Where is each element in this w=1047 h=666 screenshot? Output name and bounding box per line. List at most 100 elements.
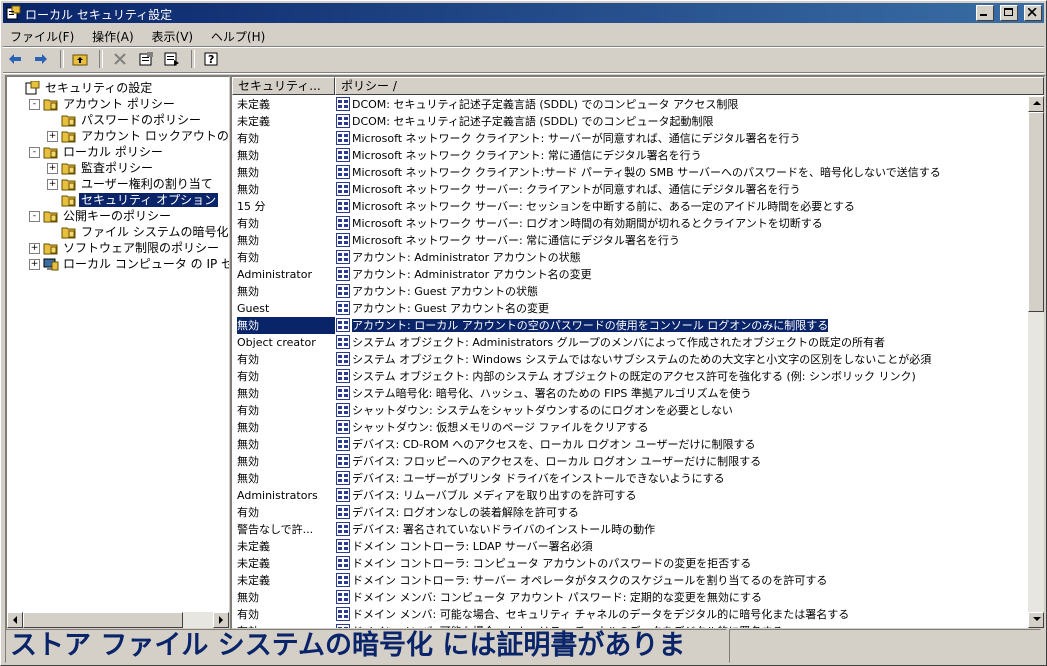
policy-icon [336, 114, 350, 128]
policy-row[interactable]: 未定義 ドメイン コントローラ: コンピュータ アカウントのパスワードの変更を拒否… [232, 555, 1027, 572]
policy-icon [336, 403, 350, 417]
properties-icon[interactable] [136, 49, 156, 69]
export-list-icon[interactable] [162, 49, 182, 69]
tree-node-label: ファイル システムの暗号化 [81, 225, 229, 239]
policy-row[interactable]: 無効 デバイス: CD-ROM へのアクセスを、ローカル ログオン ユーザーだけに… [232, 436, 1027, 453]
status-bar: ストア ファイル システムの暗号化 には証明書がありま [5, 629, 1042, 663]
expand-icon[interactable]: + [47, 179, 58, 190]
tree-node[interactable]: + アカウント ロックアウトのポ [47, 128, 229, 144]
folder-icon [61, 193, 77, 207]
tree-node[interactable]: パスワードのポリシー [61, 112, 203, 128]
policy-row[interactable]: 有効 システム オブジェクト: Windows システムではないサブシステムのため… [232, 351, 1027, 368]
up-folder-icon[interactable] [70, 49, 90, 69]
tree-node[interactable]: + 監査ポリシー [47, 160, 155, 176]
scroll-right-button[interactable] [213, 612, 229, 628]
status-text: ストア ファイル システムの暗号化 には証明書がありま [5, 629, 727, 663]
tree-node[interactable]: + ユーザー権利の割り当て [47, 176, 215, 192]
policy-setting: 有効 [237, 608, 259, 621]
policy-name: システム オブジェクト: 内部のシステム オブジェクトの既定のアクセス許可を強化… [336, 368, 916, 385]
policy-row[interactable]: 有効 Microsoft ネットワーク クライアント: サーバーが同意すれば、通信… [232, 130, 1027, 147]
policy-row[interactable]: 15 分 Microsoft ネットワーク サーバー: セッションを中断する前に、… [232, 198, 1027, 215]
policy-setting: 未定義 [237, 540, 270, 553]
forward-icon[interactable] [31, 49, 51, 69]
policy-row[interactable]: 未定義 ドメイン コントローラ: LDAP サーバー署名必須 [232, 538, 1027, 555]
policy-row[interactable]: 有効 デバイス: ログオンなしの装着解除を許可する [232, 504, 1027, 521]
tree-horizontal-scrollbar[interactable] [7, 612, 229, 628]
policy-icon [336, 437, 350, 451]
column-header-policy[interactable]: ポリシー / [335, 77, 1044, 95]
policy-row[interactable]: 未定義 ドメイン コントローラ: サーバー オペレータがタスクのスケジュールを割り… [232, 572, 1027, 589]
collapse-icon[interactable]: - [29, 99, 40, 110]
policy-list-pane[interactable]: セキュリティ... ポリシー / 未定義 DCOM: セキュリティ記述子定義言語 … [230, 75, 1046, 630]
policy-row[interactable]: 無効 ドメイン メンバ: コンピュータ アカウント パスワード: 定期的な変更を無… [232, 589, 1027, 606]
menu-view[interactable]: 表示(V) [145, 25, 201, 48]
close-button[interactable] [1024, 5, 1042, 21]
expand-icon[interactable]: + [47, 163, 58, 174]
policy-row[interactable]: 未定義 DCOM: セキュリティ記述子定義言語 (SDDL) でのコンピュータ ア… [232, 96, 1027, 113]
expand-icon[interactable]: + [47, 131, 58, 142]
column-header-setting[interactable]: セキュリティ... [232, 77, 335, 95]
help-icon[interactable]: ? [201, 49, 221, 69]
policy-row[interactable]: 有効 アカウント: Administrator アカウントの状態 [232, 249, 1027, 266]
tree-node[interactable]: - ローカル ポリシー [29, 144, 165, 160]
policy-text: デバイス: フロッピーへのアクセスを、ローカル ログオン ユーザーだけに制限する [352, 455, 762, 468]
policy-icon [336, 165, 350, 179]
menu-help[interactable]: ヘルプ(H) [204, 25, 272, 48]
policy-row[interactable]: 未定義 DCOM: セキュリティ記述子定義言語 (SDDL) でのコンピュータ起動… [232, 113, 1027, 130]
policy-row[interactable]: 無効 アカウント: ローカル アカウントの空のパスワードの使用をコンソール ログオ… [232, 317, 1027, 334]
policy-row[interactable]: 無効 Microsoft ネットワーク クライアント: 常に通信にデジタル署名を行… [232, 147, 1027, 164]
tree-node[interactable]: - 公開キーのポリシー [29, 208, 173, 224]
policy-name: シャットダウン: システムをシャットダウンするのにログオンを必要としない [336, 402, 733, 419]
policy-text: Microsoft ネットワーク サーバー: クライアントが同意すれば、通信にデ… [352, 183, 801, 196]
policy-row[interactable]: 無効 Microsoft ネットワーク クライアント:サード パーティ製の SMB… [232, 164, 1027, 181]
policy-row[interactable]: 無効 シャットダウン: 仮想メモリのページ ファイルをクリアする [232, 419, 1027, 436]
expand-icon[interactable]: + [29, 243, 40, 254]
maximize-button[interactable] [1000, 5, 1019, 21]
tree-pane[interactable]: セキュリティの設定 - アカウント ポリシー パスワードのポリシー + アカウント ロック… [5, 75, 231, 630]
scroll-left-button[interactable] [7, 612, 23, 628]
policy-row[interactable]: 無効 Microsoft ネットワーク サーバー: クライアントが同意すれば、通信… [232, 181, 1027, 198]
scroll-up-button[interactable] [1028, 96, 1044, 112]
list-header: セキュリティ... ポリシー / [232, 77, 1044, 95]
policy-row[interactable]: 無効 Microsoft ネットワーク サーバー: 常に通信にデジタル署名を行う [232, 232, 1027, 249]
policy-row[interactable]: 有効 ドメイン メンバ: 可能な場合、セキュリティ チャネルのデータをデジタル的に… [232, 606, 1027, 623]
delete-icon[interactable] [110, 49, 130, 69]
list-vertical-scrollbar[interactable] [1028, 96, 1044, 628]
policy-icon [336, 590, 350, 604]
collapse-icon[interactable]: - [29, 147, 40, 158]
menu-action[interactable]: 操作(A) [85, 25, 141, 48]
tree-node-label: ローカル ポリシー [63, 145, 163, 159]
scroll-down-button[interactable] [1028, 612, 1044, 628]
policy-row[interactable]: 無効 デバイス: ユーザーがプリンタ ドライバをインストールできないようにする [232, 470, 1027, 487]
tree-node[interactable]: セキュリティの設定 [25, 80, 154, 96]
policy-row[interactable]: 有効 Microsoft ネットワーク サーバー: ログオン時間の有効期間が切れる… [232, 215, 1027, 232]
folder-icon [43, 209, 59, 223]
policy-row[interactable]: Administrators デバイス: リムーバブル メディアを取り出すのを許可… [232, 487, 1027, 504]
back-icon[interactable] [5, 49, 25, 69]
minimize-button[interactable] [976, 5, 995, 21]
policy-setting: 有効 [237, 404, 259, 417]
tree-node[interactable]: セキュリティ オプション [61, 192, 219, 208]
policy-row[interactable]: 無効 システム暗号化: 暗号化、ハッシュ、署名のための FIPS 準拠アルゴリズム… [232, 385, 1027, 402]
title-bar[interactable]: ローカル セキュリティ設定 [3, 3, 1044, 23]
tree-node[interactable]: ファイル システムの暗号化 [61, 224, 229, 240]
menu-file[interactable]: ファイル(F) [3, 25, 81, 48]
policy-row[interactable]: Administrator アカウント: Administrator アカウント名… [232, 266, 1027, 283]
policy-row[interactable]: Object creator システム オブジェクト: Administrator… [232, 334, 1027, 351]
tree-scroll-thumb[interactable] [23, 612, 183, 628]
policy-icon [336, 420, 350, 434]
tree-node[interactable]: + ローカル コンピュータ の IP セ [29, 256, 229, 272]
policy-row[interactable]: 警告なしで許... デバイス: 署名されていないドライバのインストール時の動作 [232, 521, 1027, 538]
collapse-icon[interactable]: - [29, 211, 40, 222]
policy-name: Microsoft ネットワーク サーバー: クライアントが同意すれば、通信にデ… [336, 181, 800, 198]
list-scroll-thumb[interactable] [1028, 112, 1044, 312]
policy-row[interactable]: 無効 アカウント: Guest アカウントの状態 [232, 283, 1027, 300]
tree-node[interactable]: - アカウント ポリシー [29, 96, 177, 112]
policy-row[interactable]: 有効 シャットダウン: システムをシャットダウンするのにログオンを必要としない [232, 402, 1027, 419]
policy-setting: 無効 [237, 438, 259, 451]
tree-node[interactable]: + ソフトウェア制限のポリシー [29, 240, 221, 256]
policy-row[interactable]: 無効 デバイス: フロッピーへのアクセスを、ローカル ログオン ユーザーだけに制限… [232, 453, 1027, 470]
policy-row[interactable]: 有効 システム オブジェクト: 内部のシステム オブジェクトの既定のアクセス許可を… [232, 368, 1027, 385]
expand-icon[interactable]: + [29, 259, 40, 270]
policy-row[interactable]: Guest アカウント: Guest アカウント名の変更 [232, 300, 1027, 317]
